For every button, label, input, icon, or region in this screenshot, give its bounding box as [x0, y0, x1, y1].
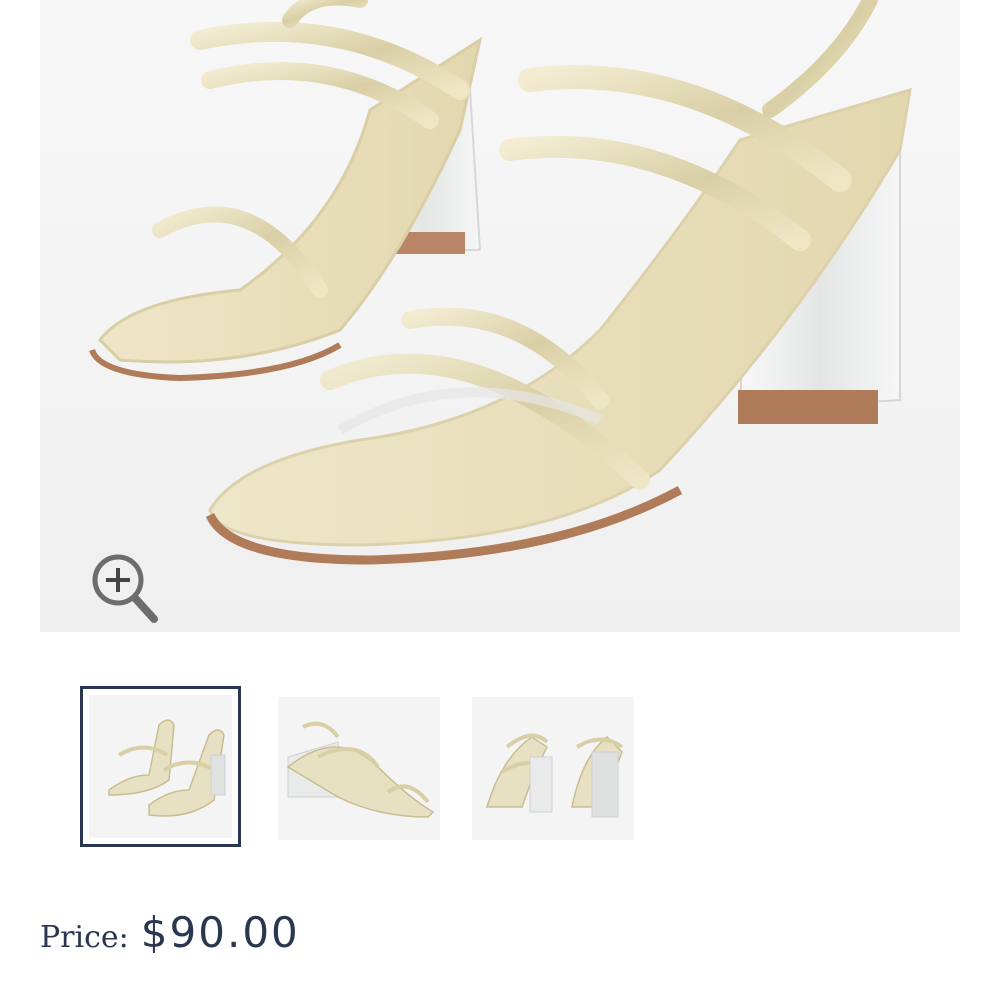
price-value: $90.00: [140, 908, 300, 957]
thumbnail-3[interactable]: [472, 697, 634, 840]
product-page: Price: $90.00: [0, 0, 1000, 1000]
thumbnail-1-selected[interactable]: [80, 686, 241, 847]
sandal-illustration: [89, 0, 912, 565]
price-label: Price:: [40, 920, 129, 955]
price-row: Price: $90.00: [40, 908, 300, 968]
thumbnail-strip: [80, 686, 680, 856]
zoom-in-icon[interactable]: [88, 548, 162, 626]
main-product-image[interactable]: [40, 0, 960, 632]
thumbnail-2[interactable]: [278, 697, 440, 840]
